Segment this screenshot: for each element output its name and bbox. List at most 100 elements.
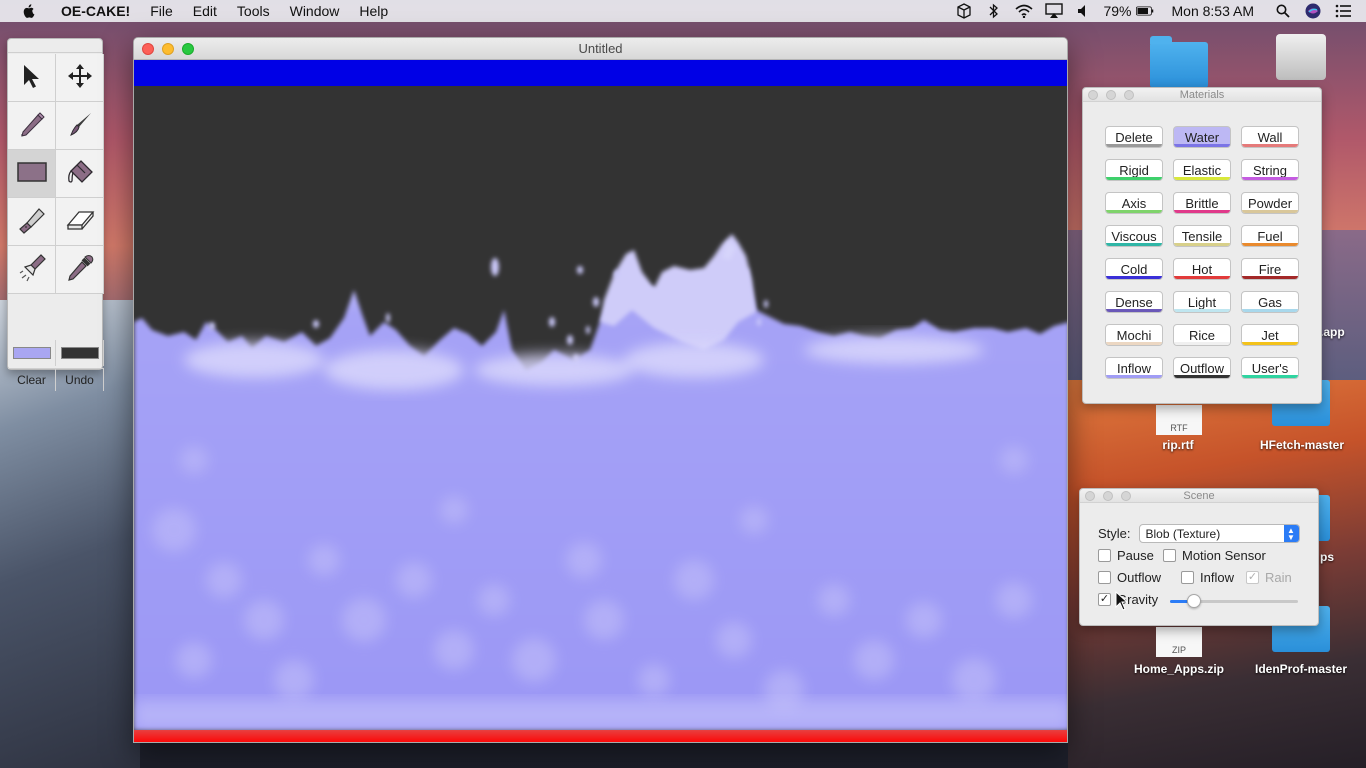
- inflow-row: Inflow: [1181, 570, 1234, 585]
- material-button-water[interactable]: Water: [1173, 126, 1231, 148]
- gravity-checkbox[interactable]: ✓: [1098, 593, 1111, 606]
- material-button-label: Powder: [1247, 195, 1293, 211]
- material-button-delete[interactable]: Delete: [1105, 126, 1163, 148]
- material-button-elastic[interactable]: Elastic: [1173, 159, 1231, 181]
- tools-palette-titlebar[interactable]: [8, 39, 102, 53]
- volume-icon[interactable]: [1075, 2, 1093, 20]
- airplay-icon[interactable]: [1045, 2, 1064, 20]
- material-button-outflow[interactable]: Outflow: [1173, 357, 1231, 379]
- material-button-label: Fire: [1258, 261, 1282, 277]
- siri-icon[interactable]: [1304, 2, 1322, 20]
- bluetooth-icon[interactable]: [985, 2, 1003, 20]
- dropper-tool[interactable]: [56, 246, 104, 294]
- menu-edit[interactable]: Edit: [193, 3, 217, 19]
- pencil-tool[interactable]: [8, 102, 56, 150]
- knife-tool[interactable]: [8, 198, 56, 246]
- desktop-folder-icon[interactable]: [1150, 36, 1208, 88]
- menu-help[interactable]: Help: [359, 3, 388, 19]
- material-button-jet[interactable]: Jet: [1241, 324, 1299, 346]
- scene-panel-titlebar[interactable]: Scene: [1080, 489, 1318, 503]
- material-color-bar: [1174, 276, 1230, 279]
- material-button-string[interactable]: String: [1241, 159, 1299, 181]
- fill-tool[interactable]: [56, 150, 104, 198]
- select-tool[interactable]: [8, 54, 56, 102]
- desktop-zip-label[interactable]: Home_Apps.zip: [1126, 662, 1232, 676]
- material-button-light[interactable]: Light: [1173, 291, 1231, 313]
- outflow-checkbox[interactable]: [1098, 571, 1111, 584]
- materials-panel-titlebar[interactable]: Materials: [1083, 88, 1321, 102]
- window-titlebar[interactable]: Untitled: [134, 38, 1067, 60]
- material-button-brittle[interactable]: Brittle: [1173, 192, 1231, 214]
- notification-center-icon[interactable]: [1334, 2, 1352, 20]
- material-button-cold[interactable]: Cold: [1105, 258, 1163, 280]
- material-button-label: User's: [1251, 360, 1289, 376]
- desktop-hfetch-label[interactable]: HFetch-master: [1252, 438, 1352, 452]
- material-button-wall[interactable]: Wall: [1241, 126, 1299, 148]
- pause-row: Pause: [1098, 548, 1154, 563]
- rectangle-tool[interactable]: [8, 150, 56, 198]
- brush-tool[interactable]: [56, 102, 104, 150]
- desktop-rtf-icon[interactable]: RTF: [1156, 405, 1202, 435]
- material-button-label: Elastic: [1182, 162, 1222, 178]
- material-button-gas[interactable]: Gas: [1241, 291, 1299, 313]
- menu-tools[interactable]: Tools: [237, 3, 270, 19]
- rectangle-shape-icon: [16, 162, 47, 185]
- menu-clock[interactable]: Mon 8:53 AM: [1172, 3, 1255, 19]
- material-button-viscous[interactable]: Viscous: [1105, 225, 1163, 247]
- material-button-dense[interactable]: Dense: [1105, 291, 1163, 313]
- clear-button[interactable]: Clear: [8, 369, 56, 391]
- gravity-slider-knob[interactable]: [1187, 594, 1202, 608]
- material-color-bar: [1242, 276, 1298, 279]
- menu-app-name[interactable]: OE-CAKE!: [61, 3, 130, 19]
- move-tool[interactable]: [56, 54, 104, 102]
- material-button-fuel[interactable]: Fuel: [1241, 225, 1299, 247]
- rain-row: ✓ Rain: [1246, 570, 1292, 585]
- battery-icon[interactable]: [1135, 2, 1154, 20]
- material-color-bar: [1106, 375, 1162, 378]
- package-status-icon[interactable]: [955, 2, 973, 20]
- material-button-inflow[interactable]: Inflow: [1105, 357, 1163, 379]
- undo-button[interactable]: Undo: [56, 369, 104, 391]
- material-button-label: Cold: [1120, 261, 1148, 277]
- menu-window[interactable]: Window: [290, 3, 340, 19]
- simulation-canvas[interactable]: [134, 60, 1067, 742]
- gravity-slider[interactable]: [1170, 594, 1298, 608]
- eraser-tool[interactable]: [56, 198, 104, 246]
- desktop-idenprof-label[interactable]: IdenProf-master: [1246, 662, 1356, 676]
- desktop-drive-icon[interactable]: [1276, 34, 1326, 84]
- material-button-users[interactable]: User's: [1241, 357, 1299, 379]
- background-color-swatch[interactable]: [56, 340, 104, 366]
- motion-sensor-checkbox[interactable]: [1163, 549, 1176, 562]
- style-select[interactable]: Blob (Texture) ▲ ▼: [1138, 524, 1300, 543]
- paintbrush-icon: [66, 110, 94, 141]
- material-button-mochi[interactable]: Mochi: [1105, 324, 1163, 346]
- desktop-rtf-label[interactable]: rip.rtf: [1148, 438, 1208, 452]
- rain-checkbox[interactable]: ✓: [1246, 571, 1259, 584]
- material-button-hot[interactable]: Hot: [1173, 258, 1231, 280]
- foreground-color-swatch[interactable]: [8, 340, 56, 366]
- spotlight-search-icon[interactable]: [1274, 2, 1292, 20]
- battery-percent[interactable]: 79%: [1103, 3, 1131, 19]
- material-button-powder[interactable]: Powder: [1241, 192, 1299, 214]
- material-color-bar: [1174, 177, 1230, 180]
- material-color-bar: [1242, 375, 1298, 378]
- material-button-rice[interactable]: Rice: [1173, 324, 1231, 346]
- inflow-checkbox[interactable]: [1181, 571, 1194, 584]
- menu-file[interactable]: File: [150, 3, 173, 19]
- arrow-select-icon: [20, 63, 44, 92]
- material-button-tensile[interactable]: Tensile: [1173, 225, 1231, 247]
- desktop-ps-label[interactable]: ps: [1320, 550, 1334, 564]
- materials-panel-title: Materials: [1179, 89, 1225, 101]
- material-color-bar: [1242, 243, 1298, 246]
- material-button-rigid[interactable]: Rigid: [1105, 159, 1163, 181]
- desktop-app-label[interactable]: .app: [1320, 325, 1345, 339]
- rain-label: Rain: [1265, 570, 1292, 585]
- wifi-icon[interactable]: [1015, 2, 1033, 20]
- pause-checkbox[interactable]: [1098, 549, 1111, 562]
- apple-logo-icon[interactable]: [21, 3, 37, 19]
- material-button-label: Viscous: [1111, 228, 1157, 244]
- material-button-fire[interactable]: Fire: [1241, 258, 1299, 280]
- desktop-zip-icon[interactable]: ZIP: [1156, 627, 1202, 657]
- material-button-axis[interactable]: Axis: [1105, 192, 1163, 214]
- flashlight-tool[interactable]: [8, 246, 56, 294]
